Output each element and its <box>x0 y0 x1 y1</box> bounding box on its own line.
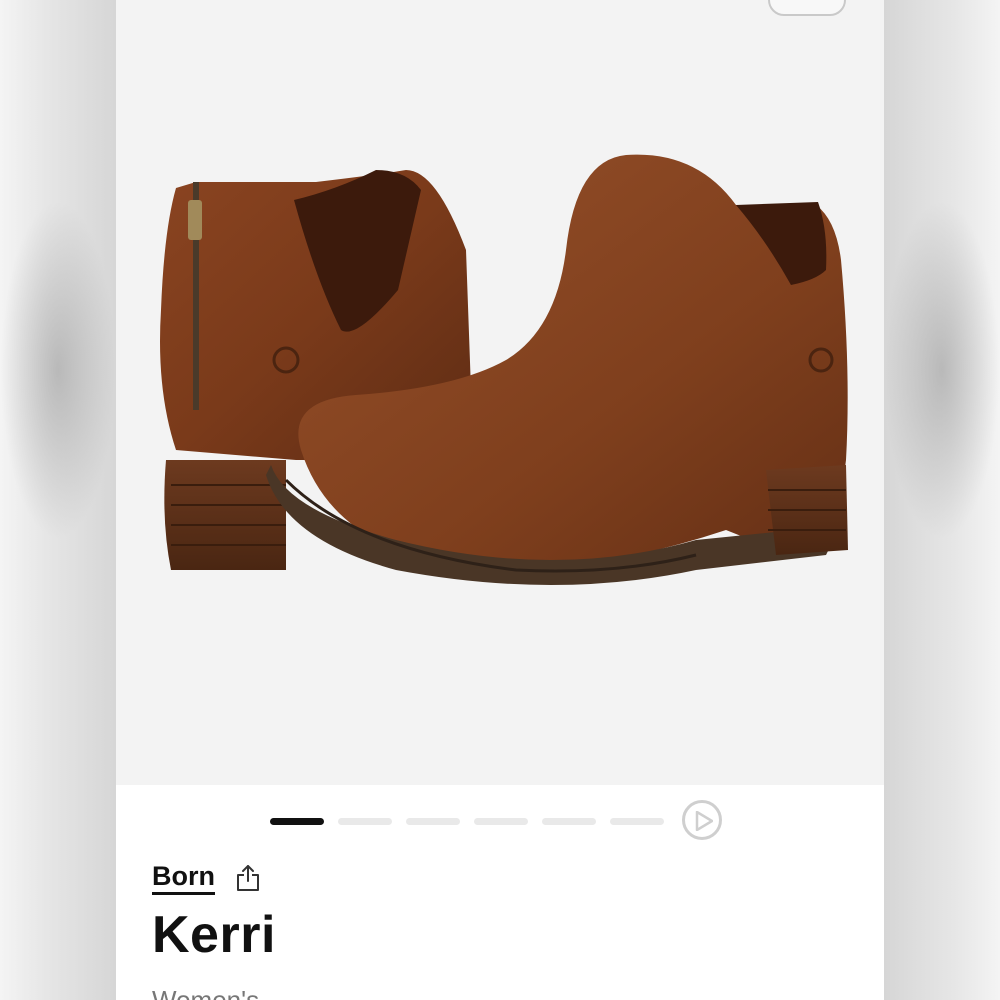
product-name: Kerri <box>152 906 276 964</box>
image-pager <box>270 798 730 846</box>
pager-dot-2[interactable] <box>338 818 392 825</box>
blurred-backdrop-right <box>884 0 1000 1000</box>
pager-dot-1[interactable] <box>270 818 324 825</box>
product-screen: Born Kerri Women's <box>116 0 884 1000</box>
play-icon <box>695 811 713 831</box>
pager-dot-5[interactable] <box>542 818 596 825</box>
ankle-boots-image <box>160 154 848 585</box>
brand-row: Born <box>152 858 261 898</box>
product-image-gallery[interactable] <box>116 0 884 785</box>
share-icon[interactable] <box>235 864 261 892</box>
close-pill-button[interactable] <box>768 0 846 16</box>
blurred-backdrop-left <box>0 0 116 1000</box>
pager-dot-6[interactable] <box>610 818 664 825</box>
product-category: Women's <box>152 985 260 1000</box>
pager-dot-3[interactable] <box>406 818 460 825</box>
brand-link[interactable]: Born <box>152 861 215 895</box>
pager-dot-4[interactable] <box>474 818 528 825</box>
play-video-button[interactable] <box>682 800 722 840</box>
